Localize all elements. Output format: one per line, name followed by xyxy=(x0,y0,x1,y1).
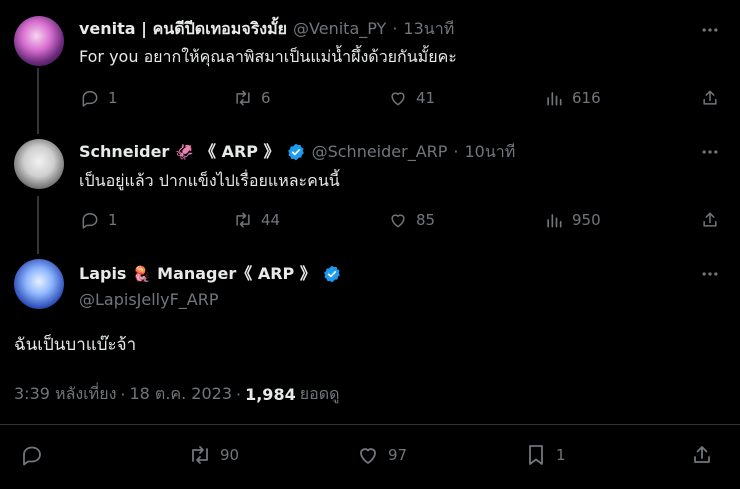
user-handle[interactable]: @LapisJellyF_ARP xyxy=(79,289,219,311)
share-button[interactable] xyxy=(700,209,720,231)
tweet-header: Schneider 🦑 《 ARP 》 @Schneider_ARP · 10น… xyxy=(79,141,515,163)
reply-count: 1 xyxy=(108,211,118,229)
retweet-count: 6 xyxy=(261,89,271,107)
retweet-button[interactable]: 90 xyxy=(188,443,239,467)
tweet-actions: 1 6 41 616 xyxy=(70,87,725,109)
views-icon xyxy=(547,92,562,106)
more-icon xyxy=(702,272,718,276)
reply-icon xyxy=(82,213,98,229)
share-icon xyxy=(703,212,717,227)
share-icon xyxy=(694,446,710,463)
avatar[interactable] xyxy=(14,16,64,66)
retweet-button[interactable]: 44 xyxy=(233,209,280,231)
retweet-icon xyxy=(192,446,208,464)
share-button[interactable] xyxy=(690,443,714,467)
bookmark-button[interactable]: 1 xyxy=(524,443,566,467)
views-label: ยอดดู xyxy=(299,384,340,403)
like-icon xyxy=(391,214,405,228)
retweet-icon xyxy=(236,90,250,106)
verified-icon xyxy=(287,143,304,161)
more-button[interactable] xyxy=(700,264,720,284)
tweet-header: Lapis 🪼 Manager《 ARP 》 xyxy=(79,263,342,285)
retweet-button[interactable]: 6 xyxy=(233,87,271,109)
more-icon xyxy=(702,28,718,32)
separator-dot: · xyxy=(236,385,242,404)
views-total: 1,984 xyxy=(245,385,296,404)
reply-button[interactable]: 1 xyxy=(80,87,118,109)
share-icon xyxy=(703,90,717,105)
reply-icon xyxy=(82,91,98,107)
user-handle[interactable]: @Schneider_ARP xyxy=(312,141,448,163)
views-icon xyxy=(547,214,562,228)
squid-emoji: 🦑 xyxy=(175,143,195,161)
jellyfish-emoji: 🪼 xyxy=(132,265,152,283)
like-button[interactable]: 97 xyxy=(356,443,407,467)
more-button[interactable] xyxy=(700,142,720,162)
more-icon xyxy=(702,150,718,154)
reply-count: 1 xyxy=(108,89,118,107)
views-count: 616 xyxy=(572,89,601,107)
avatar[interactable] xyxy=(14,139,64,189)
tweet-header: venita | คนดีปีดเทอมจริงมั้ย @Venita_PY … xyxy=(79,18,454,40)
like-button[interactable]: 41 xyxy=(388,87,435,109)
timestamp[interactable]: 10นาที xyxy=(465,141,516,163)
like-icon xyxy=(391,92,405,106)
retweet-icon xyxy=(236,212,250,228)
tweet-text: เป็นอยู่แล้ว ปากแข็งไปเรื่อยแหละคนนี้ xyxy=(79,171,340,190)
tweet-date[interactable]: 18 ต.ค. 2023 xyxy=(129,382,232,407)
retweet-count: 90 xyxy=(220,446,240,464)
like-count: 97 xyxy=(388,446,408,464)
tweet-meta: 3:39 หลังเที่ยง · 18 ต.ค. 2023 · 1,984 ย… xyxy=(14,382,339,407)
user-handle[interactable]: @Venita_PY xyxy=(293,18,386,40)
bookmark-count: 1 xyxy=(556,446,566,464)
retweet-count: 44 xyxy=(261,211,281,229)
main-tweet-text: ฉันเป็นบาแบ๊ะจ้า xyxy=(14,335,137,355)
divider xyxy=(0,424,740,425)
tweet-text: For you อยากให้คุณลาพิสมาเป็นแม่น้ำผึ้งด… xyxy=(79,47,457,66)
like-icon xyxy=(360,448,376,464)
display-name[interactable]: Schneider xyxy=(79,141,169,163)
bookmark-icon xyxy=(529,445,543,465)
thread-line xyxy=(37,68,39,134)
more-button[interactable] xyxy=(700,20,720,40)
tweet-actions: 1 44 85 950 xyxy=(70,209,725,231)
separator-dot: · xyxy=(453,142,459,161)
reply-button[interactable]: 1 xyxy=(80,209,118,231)
main-tweet-actions: 90 97 1 xyxy=(20,443,720,467)
like-count: 41 xyxy=(416,89,436,107)
display-name-suffix[interactable]: Manager《 ARP 》 xyxy=(157,263,316,285)
share-button[interactable] xyxy=(700,87,720,109)
display-name[interactable]: Lapis xyxy=(79,263,126,285)
display-name-suffix[interactable]: 《 ARP 》 xyxy=(200,141,280,163)
separator-dot: · xyxy=(392,19,398,38)
verified-icon xyxy=(323,265,340,283)
avatar[interactable] xyxy=(14,259,64,309)
timestamp[interactable]: 13นาที xyxy=(403,18,454,40)
reply-icon xyxy=(23,446,41,466)
views-button[interactable]: 616 xyxy=(544,87,601,109)
thread-line xyxy=(37,196,39,254)
tweet-time[interactable]: 3:39 หลังเที่ยง xyxy=(14,382,116,407)
reply-button[interactable] xyxy=(20,443,44,467)
separator-dot: · xyxy=(120,385,126,404)
views-count: 950 xyxy=(572,211,601,229)
like-count: 85 xyxy=(416,211,436,229)
views-button[interactable]: 950 xyxy=(544,209,601,231)
display-name[interactable]: venita | คนดีปีดเทอมจริงมั้ย xyxy=(79,18,287,40)
like-button[interactable]: 85 xyxy=(388,209,435,231)
